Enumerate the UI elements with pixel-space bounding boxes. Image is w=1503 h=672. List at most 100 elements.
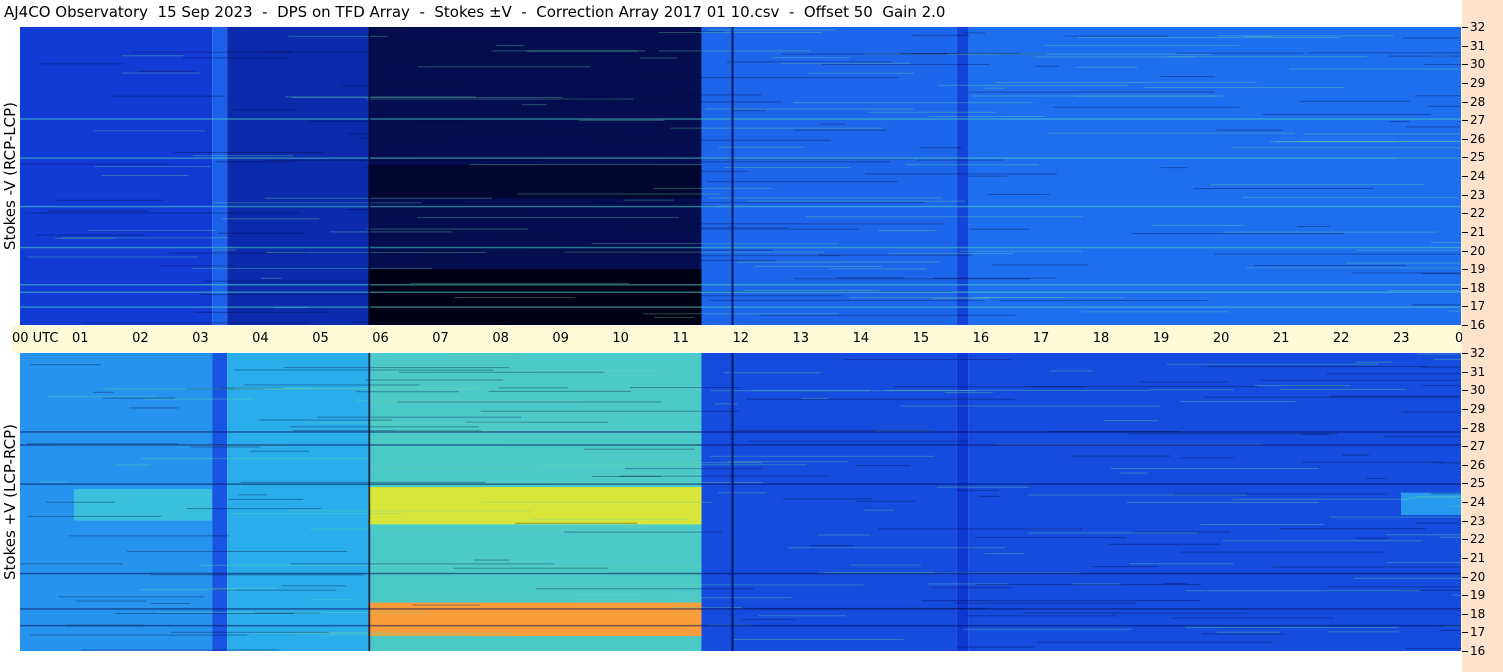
noise-streak-8 <box>265 159 542 161</box>
time-marker-1 <box>731 353 734 651</box>
noise-streak-167 <box>1262 113 1431 115</box>
noise-streak-164 <box>259 419 393 421</box>
noise-streak-73 <box>1070 455 1171 457</box>
time-segment-1 <box>212 353 228 651</box>
frequency-tick-label: 21 <box>1470 224 1486 239</box>
noise-streak-148 <box>159 265 235 267</box>
noise-streak-132 <box>696 139 831 141</box>
noise-streak-147 <box>312 599 353 601</box>
noise-streak-28 <box>1036 641 1273 643</box>
noise-streak-62 <box>1075 95 1224 97</box>
noise-streak-197 <box>238 494 268 496</box>
noise-streak-80 <box>865 173 1057 175</box>
noise-streak-43 <box>140 458 370 460</box>
time-tick-label: 07 <box>432 331 449 346</box>
noise-streak-136 <box>121 55 184 57</box>
chart-title: AJ4CO Observatory 15 Sep 2023 - DPS on T… <box>4 3 946 21</box>
frequency-tick <box>1462 371 1468 373</box>
noise-streak-59 <box>603 143 682 145</box>
noise-streak-70 <box>821 63 990 65</box>
noise-streak-35 <box>210 587 278 589</box>
noise-streak-17 <box>1328 631 1400 633</box>
noise-streak-151 <box>1075 66 1138 68</box>
noise-streak-173 <box>20 563 123 565</box>
noise-streak-210 <box>122 72 201 74</box>
noise-streak-6 <box>243 384 420 386</box>
noise-streak-138 <box>1230 147 1461 149</box>
noise-streak-169 <box>749 440 968 442</box>
noise-streak-133 <box>539 99 625 101</box>
frequency-tick-label: 20 <box>1470 243 1486 258</box>
noise-streak-178 <box>1160 167 1188 169</box>
frequency-tick-label: 26 <box>1470 131 1486 146</box>
noise-streak-198 <box>45 501 116 503</box>
noise-streak-104 <box>637 255 841 257</box>
interference-stripe-2 <box>20 572 1461 575</box>
interference-stripe-1 <box>20 291 1461 293</box>
noise-streak-51 <box>1402 37 1461 39</box>
frequency-tick <box>1462 353 1468 354</box>
noise-streak-206 <box>353 321 506 323</box>
noise-streak-173 <box>1352 272 1461 274</box>
frequency-tick-label: 22 <box>1470 532 1486 547</box>
noise-streak-116 <box>444 31 724 33</box>
noise-streak-9 <box>413 594 643 596</box>
noise-streak-54 <box>1216 129 1283 131</box>
noise-streak-117 <box>1232 498 1408 500</box>
noise-streak-33 <box>919 147 962 149</box>
noise-streak-83 <box>965 615 1118 617</box>
noise-streak-67 <box>1346 262 1461 264</box>
noise-streak-174 <box>397 401 662 403</box>
noise-streak-56 <box>718 146 804 148</box>
noise-streak-187 <box>1179 551 1385 553</box>
frequency-tick-label: 23 <box>1470 513 1486 528</box>
noise-streak-111 <box>25 212 300 214</box>
noise-streak-205 <box>1245 267 1461 269</box>
noise-streak-137 <box>975 584 1202 586</box>
noise-streak-11 <box>363 167 614 169</box>
noise-streak-22 <box>404 29 674 31</box>
noise-streak-10 <box>1406 497 1455 499</box>
noise-streak-169 <box>1132 233 1344 235</box>
frequency-tick-label: 20 <box>1470 569 1486 584</box>
noise-streak-139 <box>931 298 990 300</box>
noise-streak-98 <box>174 151 324 153</box>
noise-streak-34 <box>708 29 837 31</box>
noise-streak-88 <box>878 230 936 232</box>
noise-streak-57 <box>496 45 524 47</box>
noise-streak-115 <box>900 405 1161 407</box>
noise-streak-120 <box>228 498 303 500</box>
noise-streak-73 <box>564 251 825 253</box>
noise-streak-148 <box>1341 454 1370 456</box>
noise-streak-3 <box>1301 461 1443 463</box>
noise-streak-153 <box>192 155 294 157</box>
noise-streak-93 <box>143 398 254 400</box>
noise-streak-81 <box>20 163 167 165</box>
interference-stripe-3 <box>20 246 1461 249</box>
frequency-tick <box>1462 138 1468 140</box>
noise-streak-37 <box>131 51 381 53</box>
noise-streak-4 <box>988 193 1050 195</box>
noise-streak-18 <box>409 282 629 284</box>
frequency-tick <box>1462 287 1468 289</box>
noise-streak-46 <box>959 250 1082 252</box>
frequency-tick <box>1462 446 1468 448</box>
time-tick-label: 01 <box>72 331 89 346</box>
noise-streak-92 <box>727 461 849 463</box>
frequency-tick <box>1462 325 1468 326</box>
noise-streak-101 <box>1449 505 1461 507</box>
noise-streak-153 <box>545 566 702 568</box>
frequency-tick <box>1462 483 1468 485</box>
noise-streak-189 <box>818 534 871 536</box>
noise-streak-171 <box>921 600 1200 602</box>
frequency-tick-label: 18 <box>1470 280 1486 295</box>
noise-streak-36 <box>978 495 1000 497</box>
noise-streak-215 <box>81 649 280 651</box>
time-tick-label: 04 <box>252 331 269 346</box>
noise-streak-38 <box>717 492 766 494</box>
frequency-tick <box>1462 120 1468 122</box>
noise-streak-194 <box>157 611 429 613</box>
time-tick-label: 02 <box>132 331 149 346</box>
top-spectrogram-panel <box>20 27 1461 325</box>
noise-streak-147 <box>1152 224 1245 226</box>
